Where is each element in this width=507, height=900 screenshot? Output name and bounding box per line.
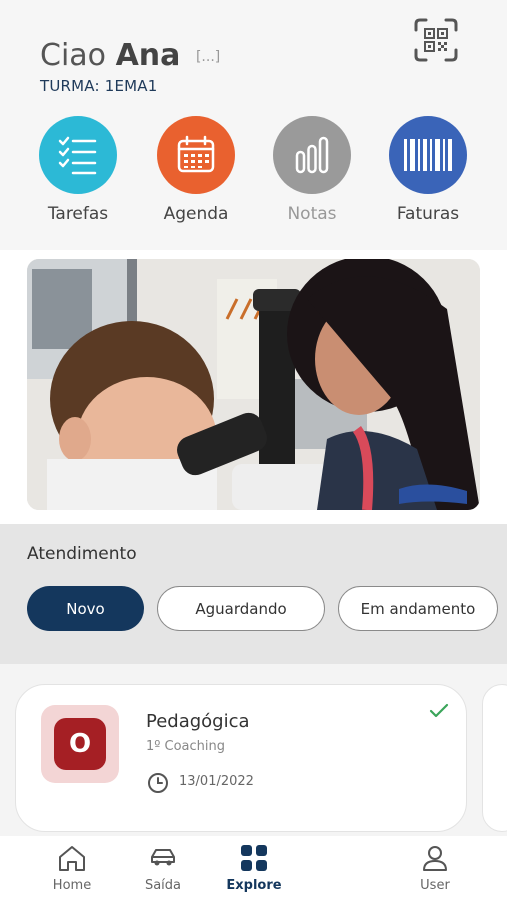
tab-home[interactable]: Home [32,842,112,893]
bar-chart-icon [273,116,351,194]
avatar-letter: O [54,718,106,770]
chip-em-andamento[interactable]: Em andamento [338,586,498,631]
class-label: TURMA: 1EMA1 [40,77,158,95]
tab-label: Explore [226,878,282,893]
banner-photo[interactable] [27,259,480,510]
tab-user[interactable]: User [395,842,475,893]
shortcut-label: Tarefas [47,204,109,224]
home-icon [59,846,85,871]
shortcut-label: Faturas [396,204,460,224]
bottom-tab-bar: Home Saída Explore User [0,836,507,900]
chip-novo[interactable]: Novo [27,586,144,631]
user-icon [423,846,447,871]
greeting: Ciao Ana [...] [40,38,220,73]
barcode-icon [389,116,467,194]
ticket-card[interactable]: O Pedagógica 1º Coaching 13/01/2022 [15,684,467,832]
check-icon [429,703,449,718]
grid-icon [241,845,267,871]
shortcut-notas[interactable]: Notas [266,116,358,224]
calendar-icon [157,116,235,194]
header: Ciao Ana [...] TURMA: 1EMA1 Tarefas Agen… [0,0,507,250]
card-title: Pedagógica [146,711,250,732]
shortcut-label: Notas [287,204,337,224]
card-subtitle: 1º Coaching [146,739,226,754]
shortcut-faturas[interactable]: Faturas [382,116,474,224]
greeting-prefix: Ciao [40,38,107,73]
atendimento-section: Atendimento Novo Aguardando Em andamento [0,524,507,664]
section-title: Atendimento [27,544,137,564]
tab-label: User [420,878,450,893]
tab-saida[interactable]: Saída [123,842,203,893]
card-date: 13/01/2022 [179,774,254,789]
car-icon [151,849,175,866]
more-link[interactable]: [...] [196,49,220,65]
checklist-icon [39,116,117,194]
user-name: Ana [115,38,181,73]
shortcut-agenda[interactable]: Agenda [150,116,242,224]
tab-explore[interactable]: Explore [214,842,294,893]
tab-label: Home [52,878,92,893]
chip-aguardando[interactable]: Aguardando [157,586,325,631]
clock-icon [148,773,168,793]
qr-code-icon[interactable] [412,16,460,64]
avatar: O [41,705,119,783]
tab-label: Saída [144,878,182,893]
shortcut-tarefas[interactable]: Tarefas [32,116,124,224]
next-card-peek[interactable] [482,684,507,832]
shortcut-label: Agenda [163,204,229,224]
